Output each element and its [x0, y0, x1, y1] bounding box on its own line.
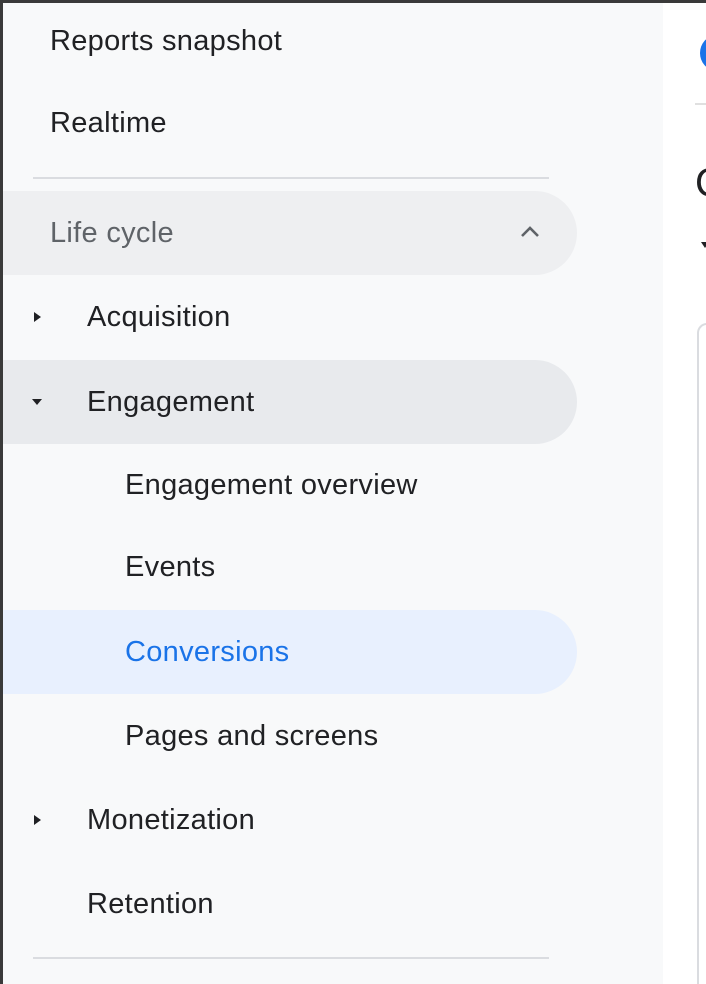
nav-subitem-engagement-overview[interactable]: Engagement overview: [3, 445, 418, 525]
nav-item-label: Monetization: [87, 803, 256, 836]
nav-item-label: Events: [125, 550, 216, 583]
nav-item-acquisition[interactable]: Acquisition: [3, 277, 577, 357]
caret-down-icon[interactable]: [30, 395, 44, 409]
nav-item-label: Retention: [87, 887, 214, 920]
caret-right-icon[interactable]: [30, 813, 44, 827]
main-content-area: C: [663, 3, 706, 984]
dropdown-arrow-icon[interactable]: [701, 241, 706, 249]
section-header-life-cycle[interactable]: Life cycle: [3, 191, 577, 275]
nav-item-reports-snapshot[interactable]: Reports snapshot: [3, 3, 282, 81]
nav-item-label: Realtime: [50, 106, 167, 139]
nav-item-realtime[interactable]: Realtime: [3, 83, 167, 163]
app-window: Reports snapshot Realtime Life cycle Acq…: [3, 3, 706, 984]
nav-item-label: Engagement: [87, 385, 255, 418]
nav-item-label: Pages and screens: [125, 719, 379, 752]
nav-subitem-conversions[interactable]: Conversions: [3, 610, 577, 694]
nav-item-label: Reports snapshot: [50, 24, 283, 57]
caret-right-icon[interactable]: [30, 310, 44, 324]
sidebar-divider: [33, 957, 549, 959]
account-avatar-icon[interactable]: [700, 36, 706, 70]
nav-subitem-pages-and-screens[interactable]: Pages and screens: [3, 696, 378, 776]
nav-item-label: Engagement overview: [125, 468, 418, 501]
nav-item-monetization[interactable]: Monetization: [3, 780, 577, 860]
sidebar-divider: [33, 177, 549, 179]
nav-subitem-events[interactable]: Events: [3, 527, 215, 607]
report-card: [697, 323, 706, 984]
nav-item-label: Conversions: [125, 635, 290, 668]
nav-item-retention[interactable]: Retention: [3, 864, 214, 944]
reports-sidebar: Reports snapshot Realtime Life cycle Acq…: [3, 3, 663, 984]
nav-item-engagement[interactable]: Engagement: [3, 360, 577, 444]
nav-item-label: Acquisition: [87, 300, 231, 333]
content-divider: [695, 103, 706, 105]
page-title: C: [695, 161, 706, 206]
chevron-up-icon: [521, 226, 539, 237]
section-header-label: Life cycle: [50, 216, 174, 249]
